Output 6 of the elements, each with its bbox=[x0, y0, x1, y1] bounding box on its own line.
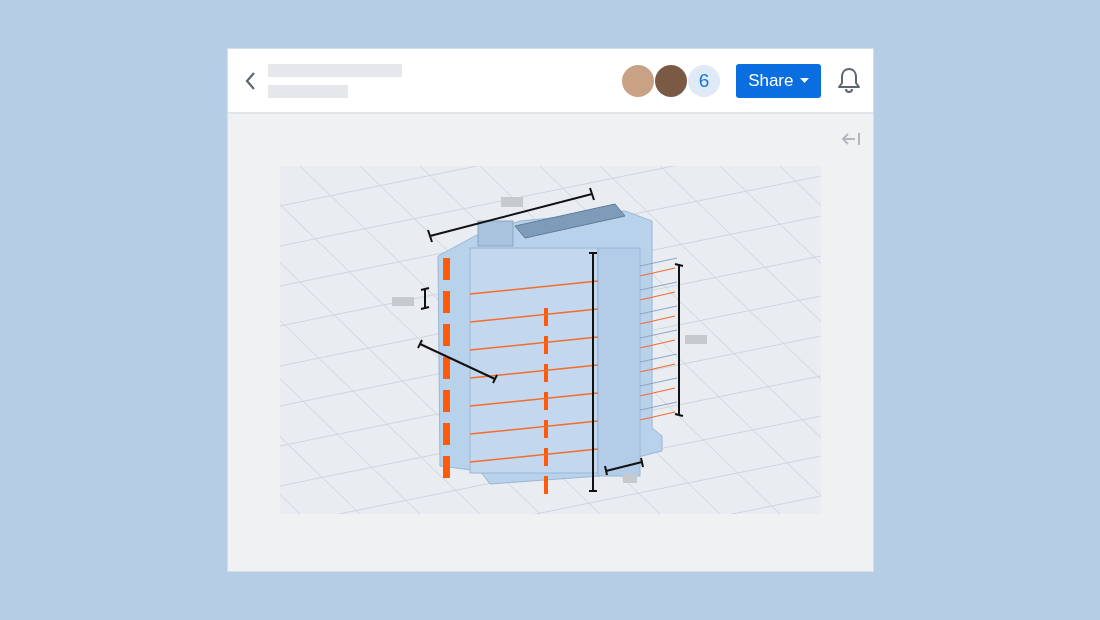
back-chevron-icon[interactable] bbox=[243, 70, 256, 91]
share-button[interactable]: Share bbox=[736, 63, 821, 98]
caret-icon bbox=[799, 78, 809, 83]
avatar[interactable] bbox=[655, 64, 688, 97]
notification-bell-icon[interactable] bbox=[836, 67, 861, 94]
collaborator-count[interactable]: 6 bbox=[688, 64, 721, 97]
